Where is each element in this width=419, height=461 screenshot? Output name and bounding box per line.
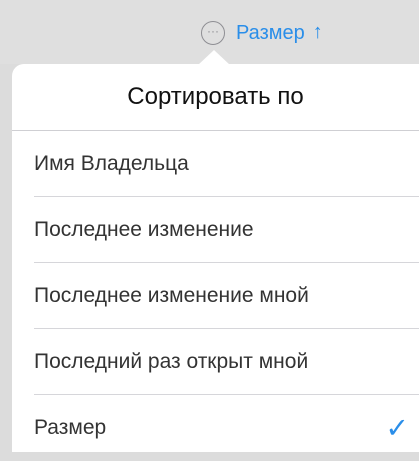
sort-option-last-modified-by-me[interactable]: Последнее изменение мной — [12, 263, 419, 329]
checkmark-icon: ✓ — [385, 412, 409, 444]
sort-option-last-modified[interactable]: Последнее изменение — [12, 197, 419, 263]
sort-popover: Сортировать по Имя Владельца Последнее и… — [12, 64, 419, 452]
sort-option-last-opened-by-me[interactable]: Последний раз открыт мной — [12, 329, 419, 395]
more-options-icon[interactable]: ··· — [201, 21, 225, 45]
sort-option-label: Имя Владельца — [34, 152, 189, 175]
arrow-up-icon: ↑ — [312, 20, 323, 43]
sort-label: Размер — [236, 21, 305, 44]
popover-title: Сортировать по — [12, 64, 419, 131]
sort-option-label: Размер — [34, 416, 107, 439]
sort-option-label: Последнее изменение — [34, 218, 254, 241]
popover-caret — [198, 50, 230, 65]
sort-option-label: Последний раз открыт мной — [34, 350, 309, 373]
sort-option-label: Последнее изменение мной — [34, 284, 309, 307]
sort-option-owner-name[interactable]: Имя Владельца — [12, 131, 419, 197]
sort-option-size[interactable]: Размер ✓ — [12, 395, 419, 461]
sort-toggle-button[interactable]: Размер ↑ — [236, 19, 323, 47]
